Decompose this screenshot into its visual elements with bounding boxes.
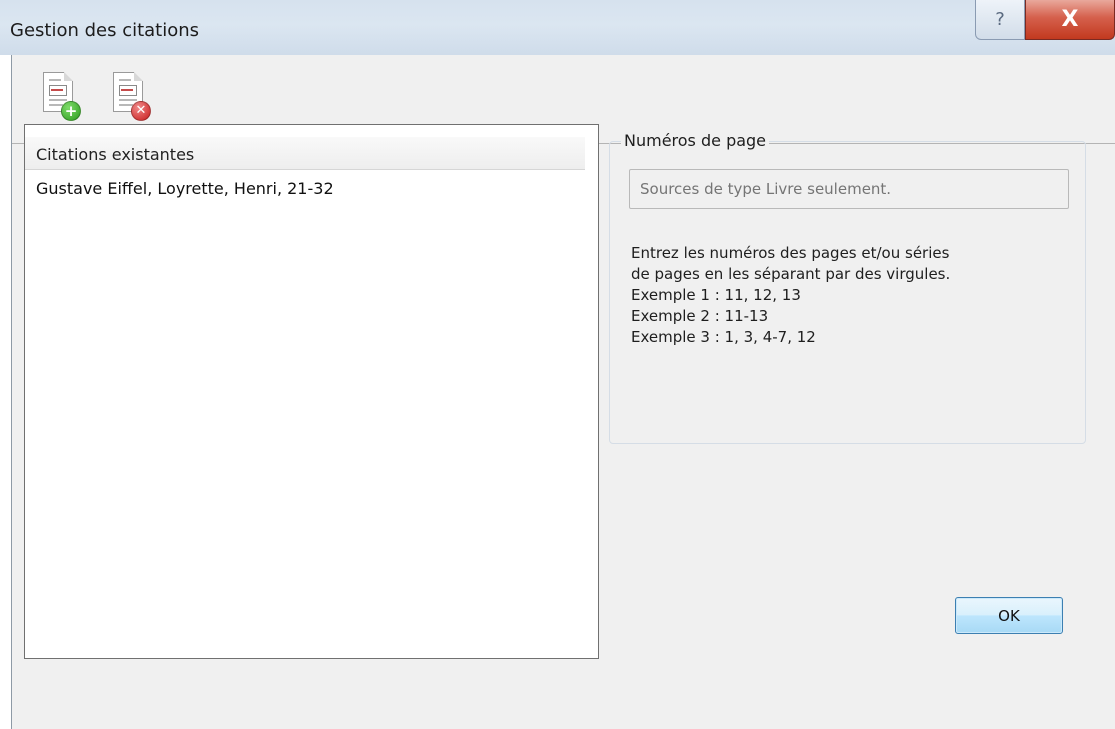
list-header[interactable]: Citations existantes — [25, 137, 585, 170]
window-title: Gestion des citations — [10, 20, 200, 41]
page-numbers-input[interactable] — [629, 169, 1069, 209]
close-button[interactable]: X — [1025, 0, 1115, 40]
ok-button[interactable]: OK — [955, 597, 1063, 634]
delete-citation-button[interactable]: ✕ — [108, 67, 158, 129]
help-button[interactable]: ? — [975, 0, 1025, 40]
add-citation-button[interactable]: + — [38, 67, 88, 129]
close-icon: X — [1061, 7, 1079, 32]
page-numbers-instructions: Entrez les numéros des pages et/ou série… — [631, 244, 951, 346]
list-header-label: Citations existantes — [36, 145, 195, 164]
page-numbers-legend: Numéros de page — [621, 131, 770, 150]
list-item[interactable]: Gustave Eiffel, Loyrette, Henri, 21-32 — [36, 179, 334, 198]
plus-icon: + — [61, 101, 81, 121]
remove-icon: ✕ — [131, 101, 151, 121]
help-icon: ? — [995, 9, 1005, 30]
title-bar: Gestion des citations ? X — [0, 0, 1115, 55]
citations-list[interactable]: Citations existantes Gustave Eiffel, Loy… — [24, 124, 599, 659]
